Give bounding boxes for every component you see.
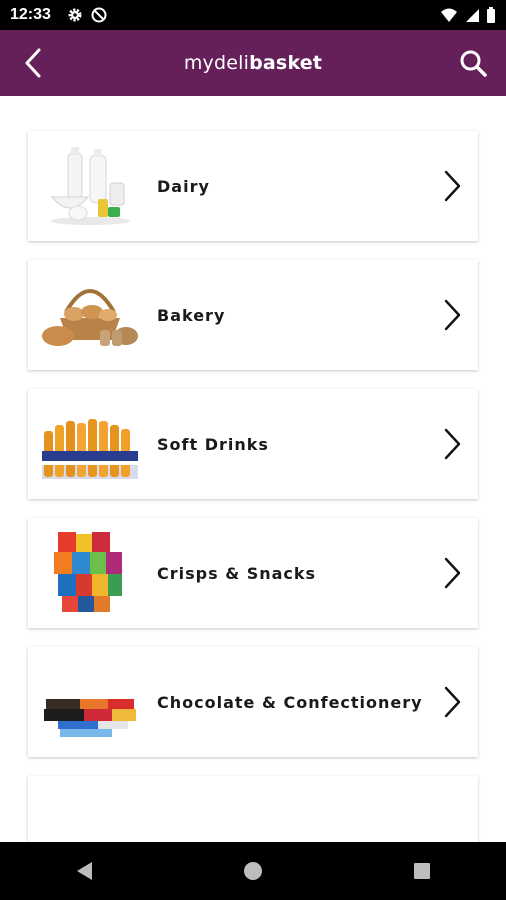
no-disturb-icon — [91, 7, 107, 23]
soft-drinks-bottles-icon — [42, 419, 138, 479]
wifi-icon — [441, 8, 457, 22]
chevron-left-icon — [25, 48, 41, 78]
gear-icon — [68, 8, 82, 22]
search-button[interactable] — [452, 42, 494, 84]
category-card-bakery[interactable]: Bakery — [28, 260, 478, 370]
search-icon — [460, 50, 487, 77]
nav-home-button[interactable] — [233, 851, 273, 891]
crisps-packets-icon — [54, 532, 122, 612]
nav-back-button[interactable] — [64, 851, 104, 891]
category-list: Dairy Bakery Soft Drinks Crisps & Snacks… — [0, 96, 506, 842]
chevron-right-icon — [444, 686, 461, 718]
recents-square-icon — [413, 863, 430, 879]
app-title: mydelibasket — [184, 52, 322, 74]
category-card-soft-drinks[interactable]: Soft Drinks — [28, 389, 478, 499]
signal-icon — [466, 9, 479, 22]
nav-recents-button[interactable] — [402, 851, 442, 891]
status-bar: 12:33 — [0, 0, 506, 30]
chevron-right-icon — [444, 557, 461, 589]
dairy-products-icon — [50, 147, 130, 225]
status-icons-left — [67, 7, 107, 23]
category-label: Crisps & Snacks — [157, 563, 317, 583]
category-label: Soft Drinks — [157, 434, 269, 454]
bread-basket-icon — [42, 289, 138, 346]
home-circle-icon — [243, 862, 262, 880]
back-button[interactable] — [12, 42, 54, 84]
app-bar: mydelibasket — [0, 30, 506, 96]
chocolate-bars-icon — [44, 699, 136, 737]
chevron-right-icon — [444, 170, 461, 202]
app-title-part1: mydeli — [183, 52, 250, 74]
status-time: 12:33 — [10, 6, 51, 23]
back-triangle-icon — [77, 862, 93, 880]
category-label: Bakery — [157, 305, 226, 325]
category-label: Chocolate & Confectionery — [157, 692, 423, 712]
category-card-chocolate-confectionery[interactable]: Chocolate & Confectionery — [28, 647, 478, 757]
chevron-right-icon — [444, 299, 461, 331]
status-icons-right — [440, 7, 496, 23]
nav-bar — [0, 842, 506, 900]
category-label: Dairy — [157, 176, 210, 196]
chevron-right-icon — [444, 428, 461, 460]
battery-icon — [487, 7, 495, 23]
app-title-part2: basket — [249, 52, 323, 74]
category-card-partial[interactable] — [28, 776, 478, 842]
category-card-dairy[interactable]: Dairy — [28, 131, 478, 241]
category-card-crisps-snacks[interactable]: Crisps & Snacks — [28, 518, 478, 628]
